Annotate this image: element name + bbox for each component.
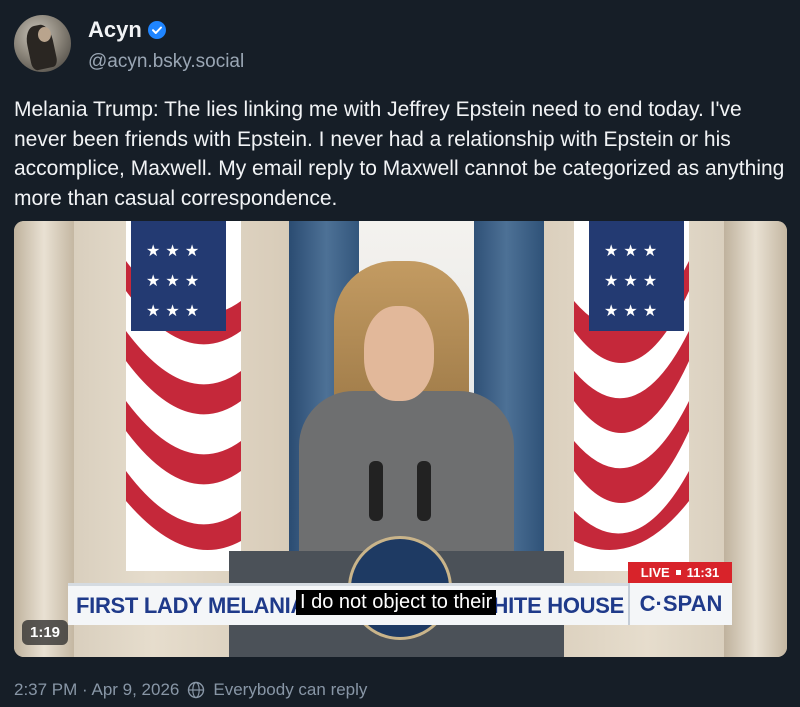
svg-text:★ ★ ★: ★ ★ ★ (146, 271, 199, 290)
video-player[interactable]: ★ ★ ★ ★ ★ ★ ★ ★ ★ ★ ★ ★ ★ ★ ★ ★ ★ ★ FIRS… (14, 221, 787, 657)
author-name-row[interactable]: Acyn (88, 17, 166, 43)
reply-setting[interactable]: Everybody can reply (213, 680, 367, 700)
post-text: Melania Trump: The lies linking me with … (14, 98, 785, 210)
microphone (417, 461, 431, 521)
background-pillar (724, 221, 787, 657)
live-label: LIVE (640, 565, 670, 580)
chyron-right-text: HITE HOUSE (492, 592, 625, 618)
live-dot-icon (675, 570, 681, 575)
live-time: 11:31 (686, 565, 720, 580)
live-badge: LIVE 11:31 (628, 562, 732, 583)
video-duration: 1:19 (22, 620, 69, 645)
svg-text:★ ★ ★: ★ ★ ★ (146, 241, 199, 260)
author-display-name[interactable]: Acyn (88, 17, 142, 43)
chyron-left-text: FIRST LADY MELANIA T (76, 592, 325, 618)
svg-text:★ ★ ★: ★ ★ ★ (604, 271, 657, 290)
closed-caption: I do not object to their (296, 590, 497, 615)
author-avatar[interactable] (14, 15, 71, 72)
network-logo: C·SPAN (628, 583, 732, 625)
author-handle[interactable]: @acyn.bsky.social (88, 51, 244, 73)
post-meta: 2:37 PM · Apr 9, 2026 Everybody can repl… (14, 680, 367, 700)
svg-text:★ ★ ★: ★ ★ ★ (604, 241, 657, 260)
globe-icon (188, 681, 205, 699)
verified-badge-icon (147, 21, 166, 39)
us-flag-right: ★ ★ ★ ★ ★ ★ ★ ★ ★ (574, 221, 689, 571)
microphone (369, 461, 383, 521)
svg-text:★ ★ ★: ★ ★ ★ (146, 301, 199, 320)
background-pillar (14, 221, 74, 657)
svg-text:★ ★ ★: ★ ★ ★ (604, 301, 657, 320)
post-timestamp[interactable]: 2:37 PM · Apr 9, 2026 (14, 680, 179, 700)
us-flag-left: ★ ★ ★ ★ ★ ★ ★ ★ ★ (126, 221, 241, 571)
